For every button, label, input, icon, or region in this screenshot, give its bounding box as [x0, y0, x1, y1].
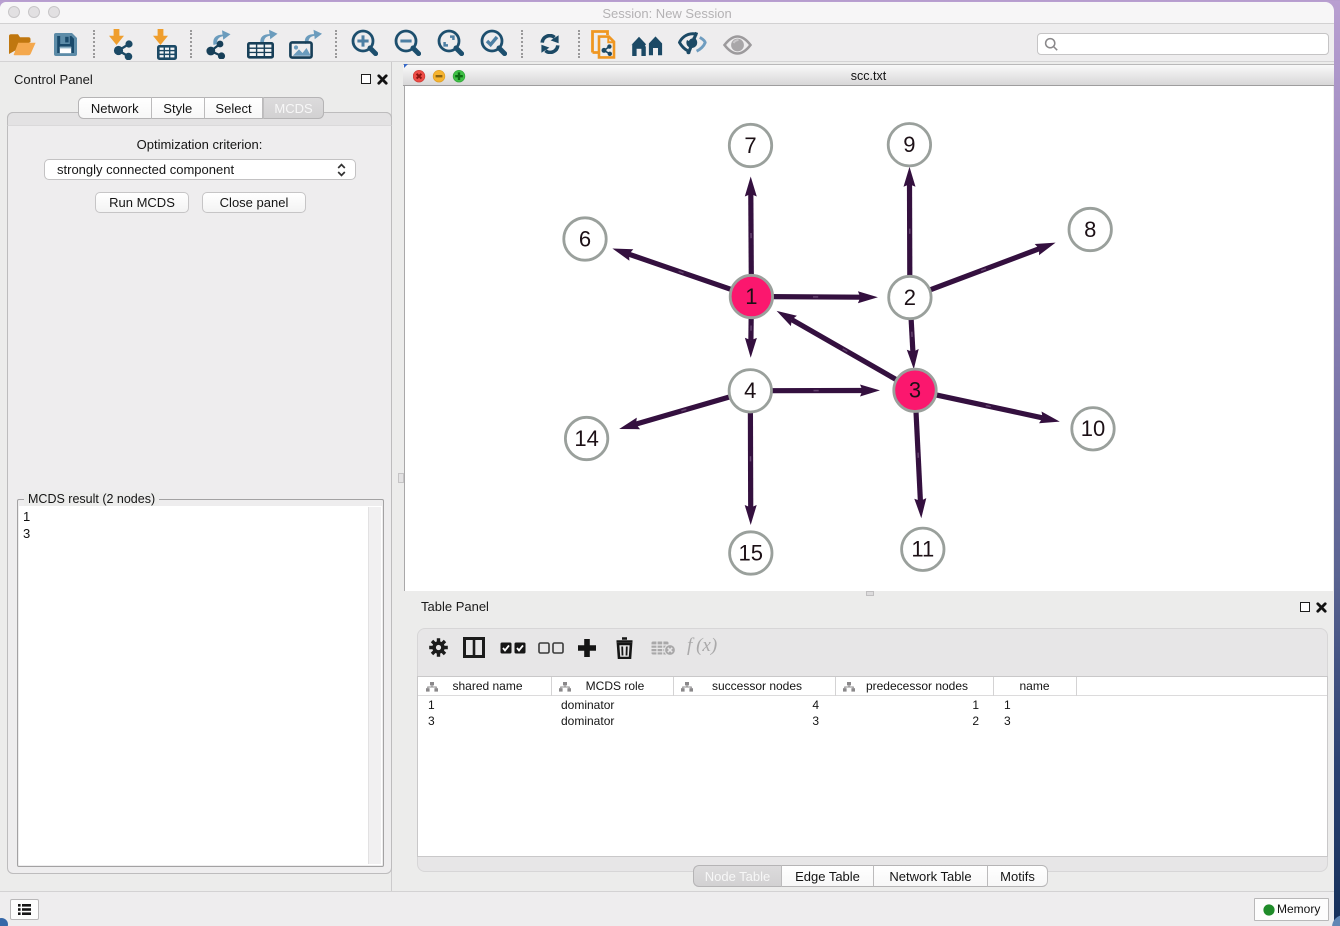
svg-text:2: 2 — [904, 285, 916, 310]
svg-text:3: 3 — [909, 378, 921, 403]
svg-text:6: 6 — [579, 226, 591, 251]
svg-text:7: 7 — [744, 133, 756, 158]
svg-text:10: 10 — [1081, 416, 1105, 441]
svg-text:14: 14 — [574, 426, 598, 451]
svg-text:11: 11 — [911, 537, 934, 562]
svg-text:15: 15 — [739, 540, 763, 565]
svg-text:8: 8 — [1084, 217, 1096, 242]
svg-text:1: 1 — [745, 284, 757, 309]
svg-text:9: 9 — [903, 132, 915, 157]
svg-text:4: 4 — [744, 378, 756, 403]
